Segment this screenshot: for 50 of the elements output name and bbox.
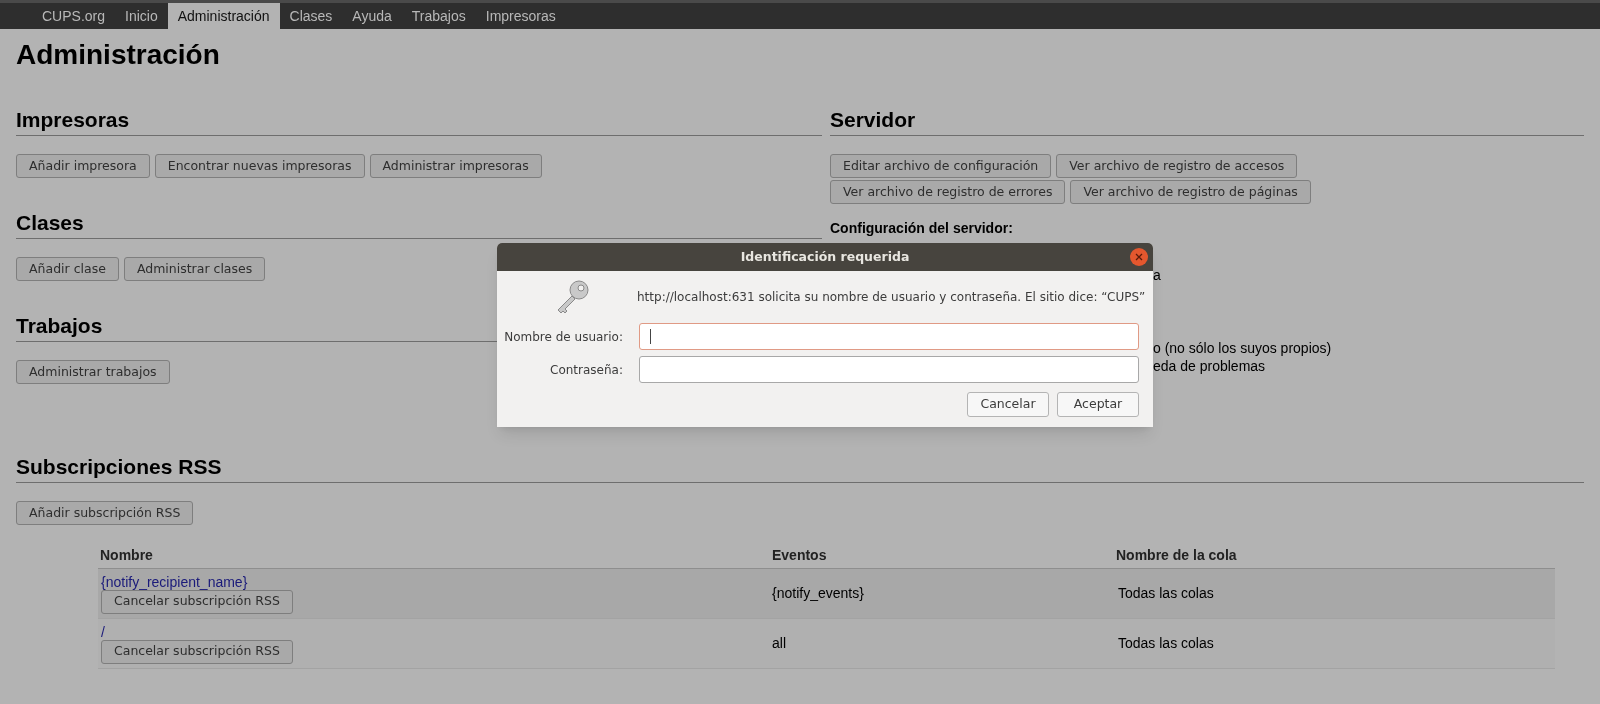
section-heading: Impresoras <box>16 107 130 133</box>
input-field[interactable] <box>639 323 1139 350</box>
page-button[interactable]: Editar archivo de configuración <box>830 154 1052 178</box>
table-cell-text: {notify_events} <box>771 584 865 603</box>
page-button[interactable]: Administrar clases <box>123 257 266 281</box>
section-heading: Trabajos <box>16 313 103 339</box>
nav-link[interactable]: Administración <box>167 3 280 29</box>
page-button[interactable]: Ver archivo de registro de accesos <box>1056 154 1298 178</box>
page-button[interactable]: Administrar impresoras <box>369 154 542 178</box>
nav-link[interactable]: Ayuda <box>342 3 402 29</box>
recipient-link[interactable]: / <box>101 623 105 640</box>
close-icon <box>1135 253 1143 261</box>
nav-link[interactable]: Clases <box>279 3 343 29</box>
field-label: Contraseña: <box>549 361 623 379</box>
nav-link[interactable]: Inicio <box>115 3 168 29</box>
setting-label: a <box>1153 266 1161 284</box>
section-heading: Subscripciones RSS <box>16 454 222 480</box>
column-header: Eventos <box>771 546 828 565</box>
page-button[interactable]: Administrar trabajos <box>16 360 170 384</box>
section-heading: Clases <box>16 210 84 236</box>
page-button[interactable]: Ver archivo de registro de errores <box>830 180 1066 204</box>
setting-label: o (no sólo los suyos propios) <box>1153 339 1332 357</box>
page-button[interactable]: Añadir clase <box>16 257 119 281</box>
settings-heading: Configuración del servidor: <box>830 219 1013 238</box>
table-cell-text: all <box>771 634 787 653</box>
text-caret <box>650 329 651 344</box>
column-header: Nombre de la cola <box>1115 546 1238 565</box>
page-button[interactable]: Ver archivo de registro de páginas <box>1070 180 1311 204</box>
section-heading: Servidor <box>830 107 916 133</box>
dialog-message: http://localhost:631 solicita su nombre de usuario y contraseña. El sitio dice: “CUPS” <box>637 289 1146 306</box>
page-button[interactable]: Añadir impresora <box>16 154 150 178</box>
dialog-title: Identificación requerida <box>740 247 910 266</box>
page-button[interactable]: Añadir subscripción RSS <box>16 501 194 525</box>
close-button[interactable] <box>1130 248 1148 266</box>
setting-label: eda de problemas <box>1153 357 1266 375</box>
page-title: Administración <box>16 38 220 72</box>
table-cell-text: Todas las colas <box>1117 634 1215 653</box>
page-button[interactable]: Cancelar subscripción RSS <box>101 589 293 614</box>
nav-link[interactable]: Trabajos <box>401 3 476 29</box>
recipient-link[interactable]: {notify_recipient_name} <box>101 573 248 590</box>
page-button[interactable]: Encontrar nuevas impresoras <box>154 154 365 178</box>
page-button[interactable]: Cancelar subscripción RSS <box>101 639 293 664</box>
nav-link[interactable]: CUPS.org <box>32 3 116 29</box>
field-label: Nombre de usuario: <box>503 328 623 346</box>
dialog-button[interactable]: Cancelar <box>967 392 1049 417</box>
input-field[interactable] <box>639 356 1139 383</box>
dialog-button[interactable]: Aceptar <box>1057 392 1139 417</box>
nav-link[interactable]: Impresoras <box>475 3 566 29</box>
column-header: Nombre <box>99 546 154 565</box>
table-cell-text: Todas las colas <box>1117 584 1215 603</box>
